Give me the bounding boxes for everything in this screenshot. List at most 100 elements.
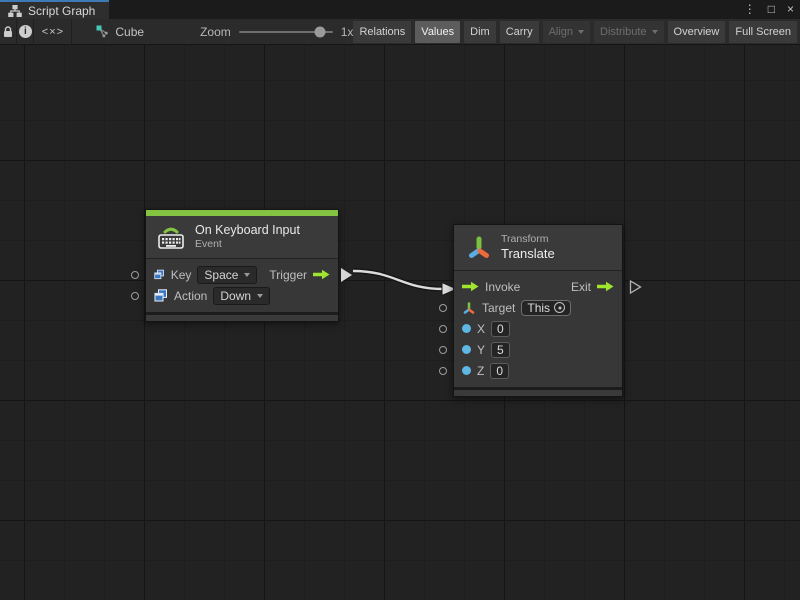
node-title: On Keyboard Input <box>195 223 300 238</box>
graph-reference[interactable]: Cube <box>96 25 144 39</box>
x-input-port[interactable] <box>439 325 447 333</box>
action-dropdown[interactable]: Down <box>213 287 270 305</box>
y-value-field[interactable]: 5 <box>491 342 510 358</box>
event-node-body: Key Space Trigger <box>146 259 338 312</box>
action-dropdown-value: Down <box>220 289 251 303</box>
event-node-footer <box>146 312 338 321</box>
dim-button[interactable]: Dim <box>464 21 496 43</box>
values-button[interactable]: Values <box>415 21 460 43</box>
invoke-row: Invoke Exit <box>454 276 622 297</box>
zoom-slider-handle[interactable] <box>314 26 325 37</box>
y-input-port[interactable] <box>439 346 447 354</box>
z-value: 0 <box>496 364 503 378</box>
x-label: X <box>477 322 485 336</box>
tab-title: Script Graph <box>28 4 95 18</box>
graph-icon <box>96 25 109 38</box>
fullscreen-button[interactable]: Full Screen <box>729 21 797 43</box>
lock-button[interactable] <box>0 19 17 45</box>
wire-layer <box>0 45 800 600</box>
graph-toolbar: <×> Cube Zoom 1x Relations Values <box>0 19 800 45</box>
zoom-value: 1x <box>341 25 354 39</box>
relations-button[interactable]: Relations <box>353 21 411 43</box>
align-button[interactable]: Align <box>543 21 590 43</box>
button-label: Values <box>421 26 454 38</box>
exit-flow-arrow-icon <box>597 281 614 292</box>
float-type-icon <box>462 366 471 375</box>
button-label: Distribute <box>600 26 646 38</box>
translate-node-header[interactable]: Transform Translate <box>454 225 622 271</box>
zoom-slider[interactable] <box>239 31 333 33</box>
translate-node[interactable]: Transform Translate Invoke Exit <box>453 224 623 397</box>
trigger-label: Trigger <box>269 268 307 282</box>
button-label: Carry <box>506 26 533 38</box>
transform-type-icon <box>462 301 476 315</box>
carry-button[interactable]: Carry <box>500 21 539 43</box>
script-graph-window: Script Graph ⋮ □ × <×> <box>0 0 800 600</box>
key-dropdown[interactable]: Space <box>197 266 257 284</box>
on-keyboard-input-node[interactable]: On Keyboard Input Event Key Space <box>145 209 339 322</box>
target-label: Target <box>482 301 515 315</box>
zoom-label: Zoom <box>200 25 231 39</box>
key-dropdown-value: Space <box>204 268 238 282</box>
code-preview-button[interactable]: <×> <box>34 19 72 45</box>
z-input-port[interactable] <box>439 367 447 375</box>
zoom-control: Zoom 1x <box>200 25 353 39</box>
key-label: Key <box>171 268 192 282</box>
action-row: Action Down <box>146 285 338 306</box>
translate-node-titles: Transform Translate <box>501 233 555 262</box>
chevron-down-icon <box>652 30 658 34</box>
overview-button[interactable]: Overview <box>668 21 726 43</box>
target-value: This <box>527 301 550 315</box>
x-value: 0 <box>497 322 504 336</box>
trigger-to-invoke-wire[interactable] <box>353 271 443 289</box>
target-value-chip[interactable]: This <box>521 300 571 316</box>
action-input-port[interactable] <box>131 292 139 300</box>
exit-label: Exit <box>571 280 591 294</box>
graph-canvas[interactable]: On Keyboard Input Event Key Space <box>0 45 800 600</box>
menu-icon[interactable]: ⋮ <box>744 0 756 19</box>
window-controls: ⋮ □ × <box>744 0 794 19</box>
button-label: Align <box>549 26 573 38</box>
info-icon <box>19 25 32 38</box>
z-value-field[interactable]: 0 <box>490 363 509 379</box>
trigger-output-port[interactable] <box>341 268 352 282</box>
transform-icon <box>466 234 492 261</box>
event-node-header[interactable]: On Keyboard Input Event <box>146 216 338 259</box>
key-row: Key Space Trigger <box>146 264 338 285</box>
float-type-icon <box>462 345 471 354</box>
key-input-port[interactable] <box>131 271 139 279</box>
invoke-label: Invoke <box>485 280 520 294</box>
target-input-port[interactable] <box>439 304 447 312</box>
info-button[interactable] <box>17 19 34 45</box>
enum-type-icon <box>154 289 168 302</box>
node-title: Translate <box>501 246 555 262</box>
y-value: 5 <box>497 343 504 357</box>
graph-name-label: Cube <box>115 25 144 39</box>
invoke-flow-arrow-icon <box>462 281 479 292</box>
chevron-down-icon <box>578 30 584 34</box>
action-label: Action <box>174 289 207 303</box>
z-label: Z <box>477 364 484 378</box>
z-row: Z 0 <box>454 360 622 381</box>
distribute-button[interactable]: Distribute <box>594 21 663 43</box>
x-value-field[interactable]: 0 <box>491 321 510 337</box>
node-category: Transform <box>501 233 555 246</box>
button-label: Relations <box>359 26 405 38</box>
button-label: Full Screen <box>735 26 791 38</box>
lock-icon <box>2 25 14 38</box>
target-row: Target This <box>454 297 622 318</box>
translate-node-footer <box>454 387 622 396</box>
self-target-icon <box>554 302 565 313</box>
button-label: Overview <box>674 26 720 38</box>
close-icon[interactable]: × <box>787 0 794 19</box>
tab-bar: Script Graph ⋮ □ × <box>0 0 800 19</box>
event-node-titles: On Keyboard Input Event <box>195 223 300 251</box>
tab-script-graph[interactable]: Script Graph <box>0 0 109 19</box>
exit-output-port[interactable] <box>629 279 642 294</box>
button-label: Dim <box>470 26 490 38</box>
node-subtitle: Event <box>195 238 300 251</box>
maximize-icon[interactable]: □ <box>768 0 775 19</box>
wire-outline <box>353 271 443 289</box>
enum-type-icon <box>154 268 165 281</box>
chevron-down-icon <box>244 273 250 277</box>
